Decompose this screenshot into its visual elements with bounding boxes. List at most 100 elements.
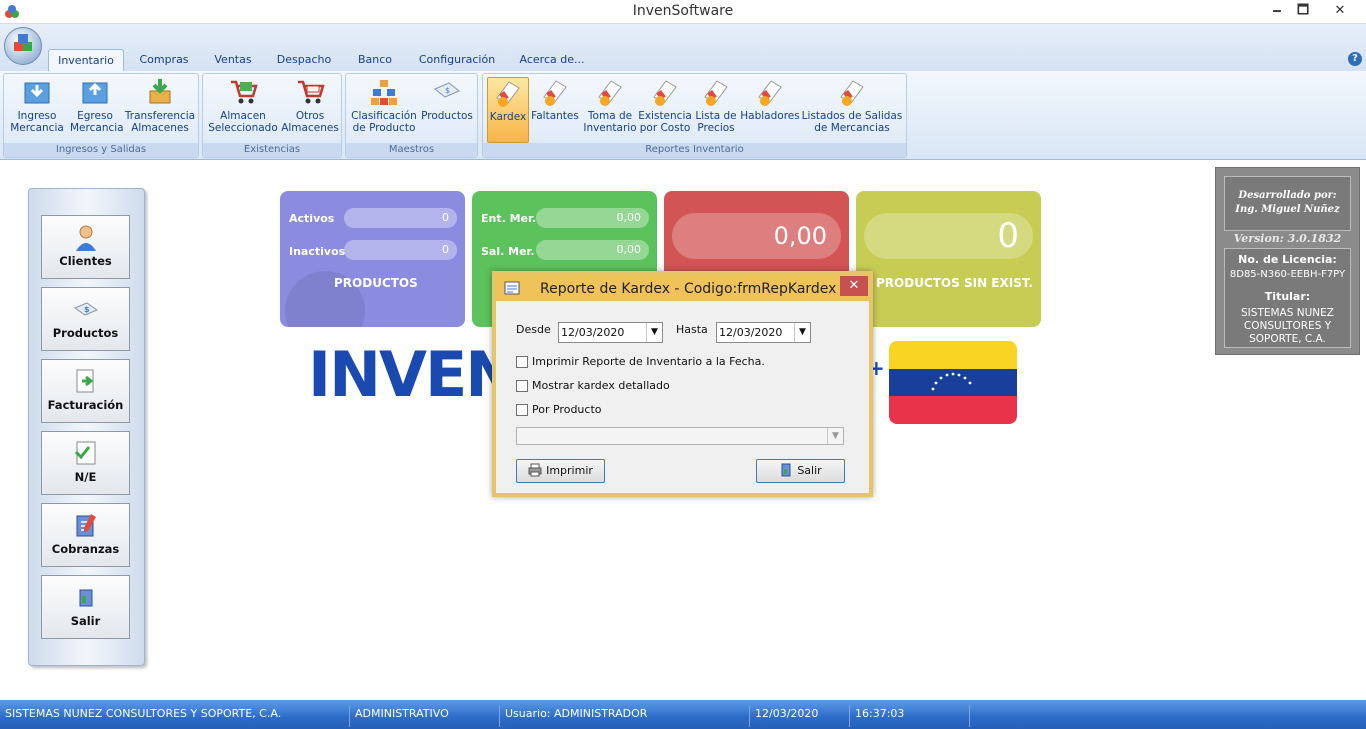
exit-door-icon — [79, 589, 92, 607]
license-label: No. de Licencia: — [1238, 253, 1337, 266]
tab-ventas[interactable]: Ventas — [204, 49, 262, 71]
sidebar-item-clientes[interactable]: Clientes — [41, 215, 130, 279]
venezuela-flag — [889, 341, 1017, 424]
group-title: Existencias — [203, 143, 341, 157]
ribbon-button-label: Clasificación de Producto — [351, 110, 417, 134]
imprimir-button-label: Imprimir — [546, 464, 593, 477]
sidebar-item-ne[interactable]: N/E — [41, 431, 130, 495]
ent-mer-value: 0,00 — [536, 208, 649, 228]
activos-value: 0 — [344, 208, 457, 228]
group-title: Ingresos y Salidas — [4, 143, 198, 157]
app-menu-orb[interactable] — [4, 27, 42, 65]
chevron-down-icon[interactable]: ▼ — [794, 323, 810, 342]
product-icon: $ — [434, 82, 460, 98]
ent-mer-label: Ent. Mer. — [481, 212, 537, 225]
version-label: Version: 3.0.1832 — [1233, 232, 1342, 245]
dialog-title-bar: Reporte de Kardex - Codigo:frmRepKardex … — [496, 275, 869, 301]
report-icon — [598, 80, 622, 106]
productos-ribbon-button[interactable]: $ Productos — [420, 77, 474, 143]
group-title: Reportes Inventario — [483, 143, 906, 157]
kardex-report-dialog: Reporte de Kardex - Codigo:frmRepKardex … — [492, 271, 873, 497]
faltantes-button[interactable]: Faltantes — [529, 77, 581, 143]
tab-inventario[interactable]: Inventario — [48, 49, 124, 71]
inven-logo: INVEN — [308, 338, 517, 411]
sidebar-item-productos[interactable]: $ Productos — [41, 287, 130, 351]
ribbon-button-label: Habladores — [740, 110, 800, 122]
toma-inventario-button[interactable]: Toma de Inventario — [583, 77, 637, 143]
ribbon-button-label: Faltantes — [531, 110, 579, 122]
sidebar-item-facturacion[interactable]: Facturación — [41, 359, 130, 423]
lista-precios-button[interactable]: Lista de Precios — [693, 77, 739, 143]
flag-stripe-yellow — [889, 341, 1017, 369]
activos-label: Activos — [289, 212, 335, 225]
status-date: 12/03/2020 — [750, 705, 850, 727]
transferencia-almacenes-button[interactable]: Transferencia Almacenes — [122, 77, 198, 143]
no-stock-value: 0 — [864, 213, 1033, 259]
product-icon: $ — [73, 302, 98, 316]
kardex-button[interactable]: Kardex — [487, 77, 529, 143]
salir-button[interactable]: Salir — [756, 459, 845, 483]
sidebar-item-salir[interactable]: Salir — [41, 575, 130, 639]
clasificacion-producto-button[interactable]: Clasificación de Producto — [350, 77, 418, 143]
imprimir-inventario-checkbox[interactable] — [516, 356, 528, 368]
habladores-button[interactable]: Habladores — [739, 77, 801, 143]
inactivos-label: Inactivos — [289, 245, 346, 258]
tab-banco[interactable]: Banco — [346, 49, 404, 71]
invoice-icon — [76, 369, 93, 393]
license-number: 8D85-N360-EEBH-F7PY — [1229, 269, 1346, 280]
stars-icon — [931, 372, 972, 391]
chevron-down-icon[interactable]: ▼ — [646, 323, 662, 342]
tab-compras[interactable]: Compras — [130, 49, 198, 71]
sidebar-item-cobranzas[interactable]: Cobranzas — [41, 503, 130, 567]
sidebar-panel: Clientes $ Productos Facturación N/E Cob… — [28, 188, 145, 666]
imprimir-button[interactable]: Imprimir — [516, 459, 605, 483]
sidebar-item-label: Productos — [52, 326, 119, 340]
dialog-close-button[interactable]: ✕ — [840, 276, 868, 296]
sidebar-item-label: Clientes — [59, 254, 112, 268]
mostrar-detallado-checkbox[interactable] — [516, 380, 528, 392]
products-card-title: PRODUCTOS — [334, 276, 418, 290]
group-reportes-inventario: Kardex Faltantes Toma de Inventario Exis… — [482, 73, 907, 158]
hasta-label: Hasta — [676, 323, 708, 336]
tab-configuracion[interactable]: Configuración — [410, 49, 504, 71]
tab-despacho[interactable]: Despacho — [268, 49, 340, 71]
ingreso-mercancia-button[interactable]: Ingreso Mercancia — [8, 77, 66, 143]
ribbon-tab-strip: Inventario Compras Ventas Despacho Banco… — [0, 24, 1366, 72]
existencia-costo-button[interactable]: Existencia por Costo — [637, 77, 693, 143]
hasta-date-picker[interactable]: 12/03/2020 ▼ — [716, 322, 811, 343]
report-window-icon — [504, 281, 520, 295]
license-box: No. de Licencia: 8D85-N360-EEBH-F7PY Tit… — [1224, 248, 1351, 348]
printer-icon — [528, 463, 542, 477]
inbox-in-icon — [24, 82, 50, 104]
otros-almacenes-button[interactable]: Otros Almacenes — [281, 77, 339, 143]
egreso-mercancia-button[interactable]: Egreso Mercancia — [70, 77, 124, 143]
producto-select[interactable]: ▼ — [516, 427, 844, 445]
maximize-button[interactable]: 🗖 — [1292, 0, 1314, 22]
chevron-down-icon[interactable]: ▼ — [827, 428, 843, 444]
title-bar: InvenSoftware 🗕 🗖 ✕ — [0, 0, 1366, 24]
check-document-icon — [74, 441, 95, 465]
listados-salidas-button[interactable]: Listados de Salidas de Mercancias — [801, 77, 903, 143]
tab-acerca-de[interactable]: Acerca de... — [510, 49, 594, 71]
por-producto-checkbox[interactable] — [516, 404, 528, 416]
no-stock-card: 0 PRODUCTOS SIN EXIST. — [856, 191, 1041, 327]
license-info-panel: Desarrollado por: Ing. Miguel Nuñez Vers… — [1215, 167, 1360, 355]
minimize-button[interactable]: 🗕 — [1266, 0, 1288, 22]
sidebar-item-label: Facturación — [47, 398, 124, 412]
status-bar: SISTEMAS NUNEZ CONSULTORES Y SOPORTE, C.… — [0, 700, 1366, 729]
status-role: ADMINISTRATIVO — [350, 705, 500, 727]
group-ingresos-salidas: Ingreso Mercancia Egreso Mercancia Trans… — [3, 73, 199, 158]
help-icon[interactable]: ? — [1348, 52, 1362, 66]
ribbon-button-label: Lista de Precios — [695, 110, 737, 134]
status-user: Usuario: ADMINISTRADOR — [500, 705, 750, 727]
group-existencias: Almacen Seleccionado Otros Almacenes Exi… — [202, 73, 342, 158]
close-window-button[interactable]: ✕ — [1316, 0, 1364, 22]
flag-stripe-blue — [889, 369, 1017, 396]
por-producto-label: Por Producto — [532, 403, 602, 416]
desde-date-picker[interactable]: 12/03/2020 ▼ — [558, 322, 663, 343]
mostrar-detallado-label: Mostrar kardex detallado — [532, 379, 670, 392]
almacen-seleccionado-button[interactable]: Almacen Seleccionado — [207, 77, 279, 143]
transfer-icon — [149, 79, 171, 104]
status-company: SISTEMAS NUNEZ CONSULTORES Y SOPORTE, C.… — [0, 705, 350, 727]
report-icon — [840, 80, 864, 106]
